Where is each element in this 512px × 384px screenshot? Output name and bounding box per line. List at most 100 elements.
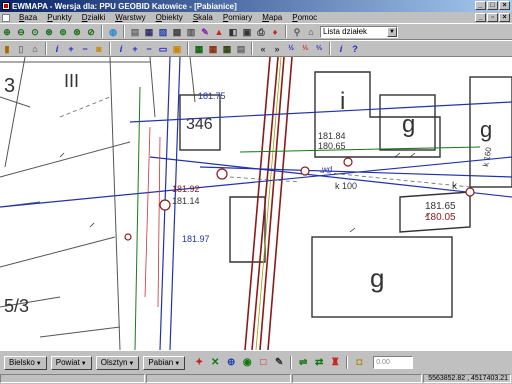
main-toolbar: ⊕ ⊖ ⊙ ⊛ ⊚ ⊗ ⊘ ◍ ▤ ▦ ▨ ▩ ▥ ✎ ▲ ◧ ▣ ⎙ ♦ ⚲ … bbox=[0, 23, 512, 40]
help-icon[interactable]: ? bbox=[349, 43, 361, 55]
layer-dark-icon[interactable]: ▦ bbox=[221, 43, 233, 55]
parcel-list-select[interactable]: Lista działek ▼ bbox=[320, 25, 398, 38]
add-point-icon[interactable]: + bbox=[65, 43, 77, 55]
cross-icon[interactable]: ✕ bbox=[208, 356, 222, 370]
label-181-65: 181.65 bbox=[425, 201, 456, 212]
nav-bielsko-button[interactable]: Bielsko▼ bbox=[4, 355, 47, 370]
remove-object-icon[interactable]: − bbox=[143, 43, 155, 55]
info-alt-icon[interactable]: i bbox=[115, 43, 127, 55]
status-bar: 5563852.82 , 4517403.21 bbox=[0, 374, 512, 384]
menu-dzialki[interactable]: Działki bbox=[77, 13, 111, 22]
print-icon[interactable]: ⎙ bbox=[255, 26, 267, 38]
document-icon[interactable] bbox=[2, 13, 10, 22]
layers-icon[interactable]: ▦ bbox=[143, 26, 155, 38]
label-g-1: g bbox=[402, 111, 415, 138]
layer-green-icon[interactable]: ▦ bbox=[193, 43, 205, 55]
separator bbox=[251, 42, 253, 55]
cursor-icon[interactable]: ✦ bbox=[192, 356, 206, 370]
search-parcel-icon[interactable]: ⚲ bbox=[291, 26, 303, 38]
label-3-left: 3 bbox=[4, 75, 15, 97]
image-icon[interactable]: ▨ bbox=[157, 26, 169, 38]
layer-light-icon[interactable]: ▤ bbox=[235, 43, 247, 55]
zoom-in-icon[interactable]: ⊕ bbox=[1, 26, 13, 38]
add-object-icon[interactable]: + bbox=[129, 43, 141, 55]
measure-area-icon[interactable]: ▭ bbox=[157, 43, 169, 55]
zoom-previous-icon[interactable]: ⊚ bbox=[57, 26, 69, 38]
scale-input[interactable]: 0.00 bbox=[373, 356, 414, 369]
chevron-down-icon[interactable]: ▼ bbox=[387, 26, 397, 37]
maximize-button[interactable]: □ bbox=[487, 1, 498, 10]
symbol-icon[interactable]: ▲ bbox=[213, 26, 225, 38]
parcel-icon[interactable]: ⌂ bbox=[305, 26, 317, 38]
separator bbox=[290, 356, 293, 369]
polygon-icon[interactable]: ⌂ bbox=[29, 43, 41, 55]
nav-powiat-label: Powiat bbox=[55, 357, 80, 367]
zoom-window-icon[interactable]: ⊙ bbox=[29, 26, 41, 38]
parcel-area-icon[interactable]: ⅔ bbox=[313, 43, 325, 55]
menu-pomoc[interactable]: Pomoc bbox=[287, 13, 322, 22]
doc-close-button[interactable]: × bbox=[499, 13, 510, 22]
nav-pabian-label: Pabian bbox=[148, 357, 174, 367]
eraser-icon[interactable]: ▯ bbox=[15, 43, 27, 55]
separator bbox=[329, 42, 331, 55]
grid-icon[interactable]: ▥ bbox=[185, 26, 197, 38]
nav-pabian-button[interactable]: Pabian▼ bbox=[143, 355, 186, 370]
status-panel-2 bbox=[146, 374, 291, 383]
pen-icon[interactable]: ▮ bbox=[1, 43, 13, 55]
separator bbox=[346, 356, 349, 369]
frame-select-icon[interactable]: □ bbox=[256, 356, 270, 370]
zoom-out-icon[interactable]: ⊖ bbox=[15, 26, 27, 38]
edit-icon[interactable]: ✎ bbox=[199, 26, 211, 38]
map-canvas[interactable]: 3 III 346 i g g g 5/3 181.75 181.84 180.… bbox=[0, 57, 512, 350]
zoom-scale-icon[interactable]: ⊘ bbox=[85, 26, 97, 38]
pan-icon[interactable]: ◍ bbox=[107, 26, 119, 38]
nav-powiat-button[interactable]: Powiat▼ bbox=[50, 355, 92, 370]
label-i: i bbox=[340, 88, 345, 115]
text-icon[interactable]: ◧ bbox=[227, 26, 239, 38]
app-icon[interactable] bbox=[2, 2, 10, 10]
zoom-next-icon[interactable]: ⊗ bbox=[71, 26, 83, 38]
menu-warstwy[interactable]: Warstwy bbox=[110, 13, 150, 22]
status-panel-3 bbox=[292, 374, 422, 383]
split-parcel-icon[interactable]: ½ bbox=[285, 43, 297, 55]
frame-icon[interactable]: ▣ bbox=[171, 43, 183, 55]
route-icon[interactable]: ⇄ bbox=[312, 356, 326, 370]
menu-mapa[interactable]: Mapa bbox=[257, 13, 287, 22]
close-button[interactable]: × bbox=[499, 1, 510, 10]
scroll-left-icon[interactable]: « bbox=[257, 43, 269, 55]
menu-pomiary[interactable]: Pomiary bbox=[218, 13, 257, 22]
minimize-button[interactable]: _ bbox=[475, 1, 486, 10]
selection-icon[interactable]: ◙ bbox=[93, 43, 105, 55]
menu-obiekty[interactable]: Obiekty bbox=[151, 13, 188, 22]
coordinates-readout: 5563852.82 , 4517403.21 bbox=[423, 374, 511, 383]
raster-icon[interactable]: ▩ bbox=[171, 26, 183, 38]
map-view[interactable]: 3 III 346 i g g g 5/3 181.75 181.84 180.… bbox=[0, 57, 512, 350]
measure-icon[interactable]: ▣ bbox=[241, 26, 253, 38]
label-346: 346 bbox=[186, 116, 213, 133]
track-icon[interactable]: ⇌ bbox=[296, 356, 310, 370]
doc-minimize-button[interactable]: _ bbox=[475, 13, 486, 22]
merge-parcel-icon[interactable]: ⅓ bbox=[299, 43, 311, 55]
help-info-icon[interactable]: i bbox=[335, 43, 347, 55]
nav-olsztyn-button[interactable]: Olsztyn▼ bbox=[95, 355, 140, 370]
doc-restore-button[interactable]: ▫ bbox=[487, 13, 498, 22]
info-icon[interactable]: i bbox=[51, 43, 63, 55]
target-icon[interactable]: ⊕ bbox=[224, 356, 238, 370]
label-181-97: 181.97 bbox=[182, 234, 210, 244]
menu-baza[interactable]: Baza bbox=[14, 13, 42, 22]
remove-point-icon[interactable]: − bbox=[79, 43, 91, 55]
drawing-toolbar: ▮ ▯ ⌂ i + − ◙ i + − ▭ ▣ ▦ ▦ ▦ ▤ « » ½ ⅓ … bbox=[0, 40, 512, 57]
window-title: EWMAPA - Wersja dla: PPU GEOBID Katowice… bbox=[12, 1, 237, 11]
layer-red-icon[interactable]: ▦ bbox=[207, 43, 219, 55]
label-181-14: 181.14 bbox=[172, 196, 200, 206]
menu-skala[interactable]: Skala bbox=[188, 13, 218, 22]
vehicle-icon[interactable]: ♜ bbox=[328, 356, 342, 370]
open-file-icon[interactable]: ▤ bbox=[129, 26, 141, 38]
menu-punkty[interactable]: Punkty bbox=[42, 13, 76, 22]
globe-icon[interactable]: ◉ bbox=[240, 356, 254, 370]
pencil-icon[interactable]: ✎ bbox=[272, 356, 286, 370]
marker-icon[interactable]: ♦ bbox=[269, 26, 281, 38]
scroll-right-icon[interactable]: » bbox=[271, 43, 283, 55]
lamp-icon[interactable]: ◘ bbox=[352, 356, 366, 370]
zoom-all-icon[interactable]: ⊛ bbox=[43, 26, 55, 38]
